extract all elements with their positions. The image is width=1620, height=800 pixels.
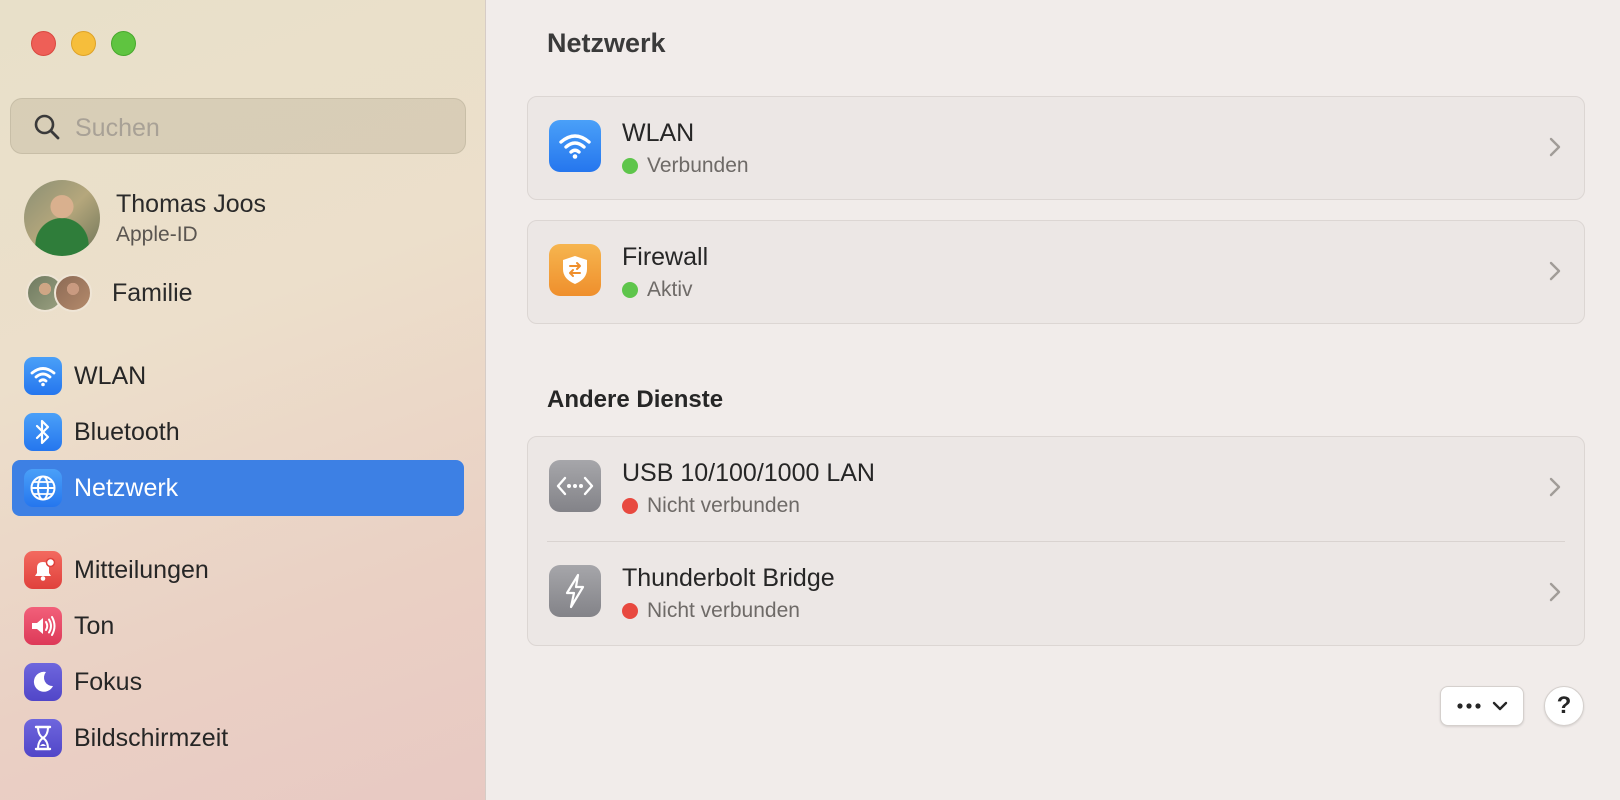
status-text: Verbunden <box>647 154 749 177</box>
status-dot-active <box>622 282 638 298</box>
wifi-icon <box>24 357 62 395</box>
search-placeholder: Suchen <box>75 114 160 142</box>
service-card-wlan: WLAN Verbunden <box>527 96 1585 200</box>
sidebar-item-fokus[interactable]: Fokus <box>12 654 464 710</box>
sidebar: Suchen Thomas Joos Apple-ID Familie WLAN <box>0 0 486 800</box>
service-title: Firewall <box>622 243 709 271</box>
profile-name: Thomas Joos <box>116 190 267 218</box>
help-button[interactable]: ? <box>1544 686 1584 726</box>
status-dot-disconnected <box>622 498 638 514</box>
service-card-firewall: Firewall Aktiv <box>527 220 1585 324</box>
chevron-right-icon <box>1549 261 1561 281</box>
status-text: Aktiv <box>647 278 693 301</box>
chevron-down-icon <box>1492 701 1508 711</box>
family-avatar <box>54 274 92 312</box>
hourglass-icon <box>24 719 62 757</box>
profile-subtitle: Apple-ID <box>116 223 198 246</box>
status-dot-connected <box>622 158 638 174</box>
sidebar-item-label: Fokus <box>74 668 143 696</box>
shield-icon <box>549 244 601 296</box>
zoom-window-button[interactable] <box>111 31 136 56</box>
sidebar-item-netzwerk[interactable]: Netzwerk <box>12 460 464 516</box>
avatar <box>24 180 100 256</box>
chevron-right-icon <box>1549 477 1561 497</box>
bell-icon <box>24 551 62 589</box>
search-icon <box>34 114 60 140</box>
ethernet-icon <box>549 460 601 512</box>
service-title: USB 10/100/1000 LAN <box>622 459 875 487</box>
sidebar-item-label: Netzwerk <box>74 474 179 502</box>
bluetooth-icon <box>24 413 62 451</box>
main-content: Netzwerk WLAN Verbunden Firewall Aktiv A… <box>487 0 1620 800</box>
globe-icon <box>24 469 62 507</box>
sidebar-item-family[interactable]: Familie <box>24 274 464 314</box>
page-title: Netzwerk <box>547 28 666 58</box>
thunderbolt-icon <box>549 565 601 617</box>
sidebar-item-bildschirmzeit[interactable]: Bildschirmzeit <box>12 710 464 766</box>
sidebar-item-label: WLAN <box>74 362 147 390</box>
sidebar-item-label: Bildschirmzeit <box>74 724 229 752</box>
minimize-window-button[interactable] <box>71 31 96 56</box>
speaker-icon <box>24 607 62 645</box>
service-row-usb-lan[interactable]: USB 10/100/1000 LAN Nicht verbunden <box>528 437 1584 541</box>
family-label: Familie <box>112 279 193 307</box>
sidebar-item-label: Ton <box>74 612 115 640</box>
other-services-card: USB 10/100/1000 LAN Nicht verbunden Thun… <box>527 436 1585 646</box>
service-title: WLAN <box>622 119 695 147</box>
sidebar-item-wlan[interactable]: WLAN <box>12 348 464 404</box>
status-text: Nicht verbunden <box>647 494 800 517</box>
ellipsis-icon <box>1457 703 1481 709</box>
service-title: Thunderbolt Bridge <box>622 564 835 592</box>
sidebar-item-bluetooth[interactable]: Bluetooth <box>12 404 464 460</box>
more-actions-button[interactable] <box>1440 686 1524 726</box>
wifi-icon <box>549 120 601 172</box>
moon-icon <box>24 663 62 701</box>
sidebar-item-ton[interactable]: Ton <box>12 598 464 654</box>
close-window-button[interactable] <box>31 31 56 56</box>
sidebar-item-label: Bluetooth <box>74 418 180 446</box>
chevron-right-icon <box>1549 137 1561 157</box>
section-title-other-services: Andere Dienste <box>547 386 724 413</box>
service-row-firewall[interactable]: Firewall Aktiv <box>528 221 1584 325</box>
service-status: Nicht verbunden <box>622 599 800 623</box>
service-status: Nicht verbunden <box>622 494 800 518</box>
status-dot-disconnected <box>622 603 638 619</box>
service-status: Aktiv <box>622 278 693 302</box>
chevron-right-icon <box>1549 582 1561 602</box>
search-field[interactable]: Suchen <box>10 98 466 154</box>
service-status: Verbunden <box>622 154 749 178</box>
service-row-wlan[interactable]: WLAN Verbunden <box>528 97 1584 201</box>
status-text: Nicht verbunden <box>647 599 800 622</box>
sidebar-item-mitteilungen[interactable]: Mitteilungen <box>12 542 464 598</box>
service-row-thunderbolt-bridge[interactable]: Thunderbolt Bridge Nicht verbunden <box>528 542 1584 646</box>
sidebar-item-label: Mitteilungen <box>74 556 209 584</box>
